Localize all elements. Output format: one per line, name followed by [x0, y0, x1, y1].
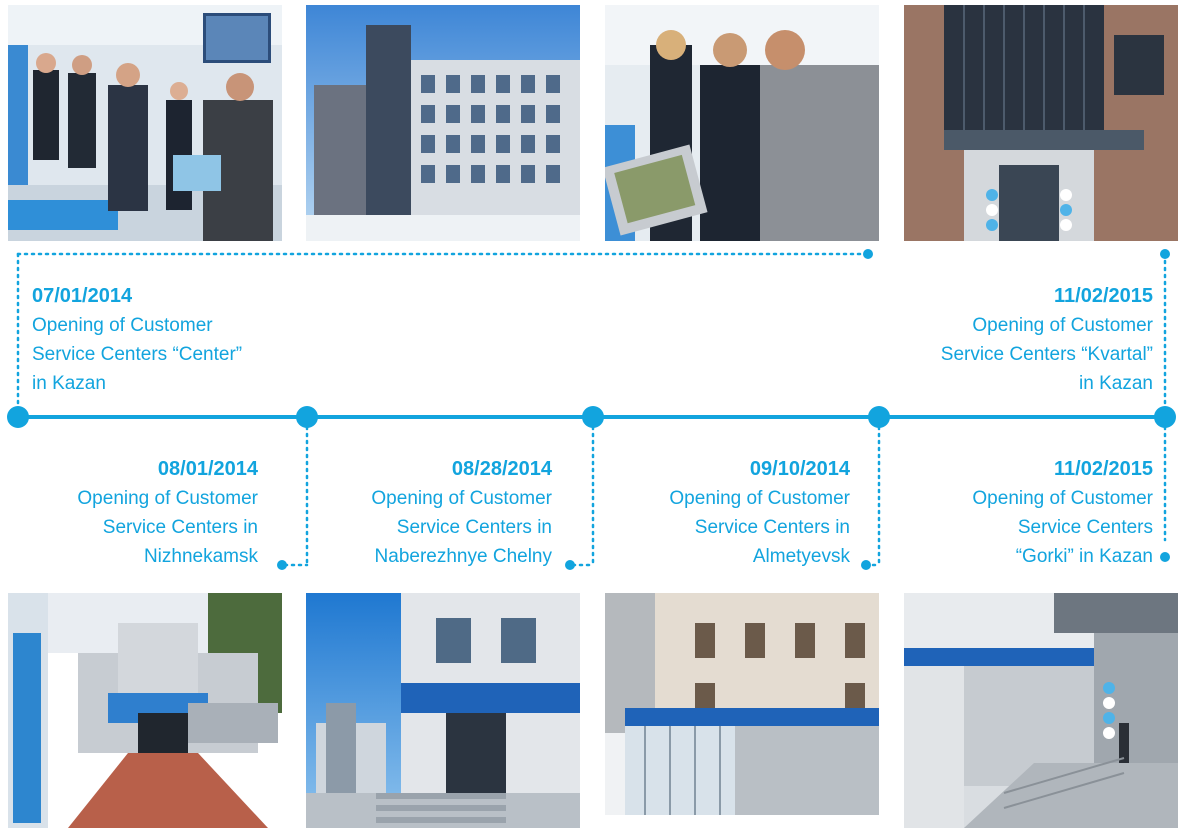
event-text-line: Service Centers in — [396, 517, 552, 538]
photo-almetyevsk-building — [605, 593, 879, 828]
event-text-line: Service Centers “Kvartal” — [940, 344, 1153, 365]
top-connector-end-dot — [863, 249, 873, 259]
event-text-line: in Kazan — [32, 373, 106, 394]
event-chelny: 08/28/2014 Opening of Customer Service C… — [302, 455, 552, 571]
event-date: 07/01/2014 — [32, 285, 133, 307]
event-text-line: Nizhnekamsk — [143, 546, 258, 567]
event-text-line: Service Centers — [1017, 517, 1153, 538]
connector-dot-3 — [861, 560, 871, 570]
event-date: 11/02/2015 — [1054, 285, 1153, 307]
event-date: 11/02/2015 — [1054, 458, 1153, 480]
event-center-kazan: 07/01/2014 Opening of Customer Service C… — [32, 282, 282, 398]
event-date: 08/01/2014 — [157, 458, 258, 480]
photo-office-building — [306, 5, 580, 241]
event-text-line: Opening of Customer — [972, 315, 1153, 336]
event-almetyevsk: 09/10/2014 Opening of Customer Service C… — [600, 455, 850, 571]
timeline-node-1 — [7, 406, 29, 428]
connector-dot-2 — [565, 560, 575, 570]
photo-kvartal-building — [904, 5, 1178, 241]
event-text-line: Opening of Customer — [77, 488, 258, 509]
event-gorki-kazan: 11/02/2015 Opening of Customer Service C… — [903, 455, 1153, 571]
event-kvartal-kazan: 11/02/2015 Opening of Customer Service C… — [903, 282, 1153, 398]
photo-terminal-demo — [605, 5, 879, 241]
event-text-line: “Gorki” in Kazan — [1015, 546, 1153, 567]
timeline-node-5 — [1154, 406, 1176, 428]
event-nizhnekamsk: 08/01/2014 Opening of Customer Service C… — [8, 455, 258, 571]
timeline-node-4 — [868, 406, 890, 428]
photo-chelny-building — [306, 593, 580, 828]
event-text-line: Service Centers “Center” — [32, 344, 243, 365]
photo-nizhnekamsk-building — [8, 593, 282, 828]
event-text-line: Naberezhnye Chelny — [374, 546, 552, 567]
event-text-line: Opening of Customer — [669, 488, 850, 509]
event-text-line: Service Centers in — [694, 517, 850, 538]
event-text-line: Opening of Customer — [972, 488, 1153, 509]
event-text-line: Opening of Customer — [32, 315, 213, 336]
timeline-node-2 — [296, 406, 318, 428]
photo-gorki-building — [904, 593, 1178, 828]
connector-dot-4 — [1160, 552, 1170, 562]
top-right-end-dot — [1160, 249, 1170, 259]
photo-interior-meeting — [8, 5, 282, 241]
timeline-node-3 — [582, 406, 604, 428]
event-text-line: Opening of Customer — [371, 488, 552, 509]
event-text-line: in Kazan — [1079, 373, 1153, 394]
event-text-line: Service Centers in — [102, 517, 258, 538]
event-date: 09/10/2014 — [749, 458, 850, 480]
event-date: 08/28/2014 — [451, 458, 552, 480]
event-text-line: Almetyevsk — [752, 546, 850, 567]
connector-dot-1 — [277, 560, 287, 570]
